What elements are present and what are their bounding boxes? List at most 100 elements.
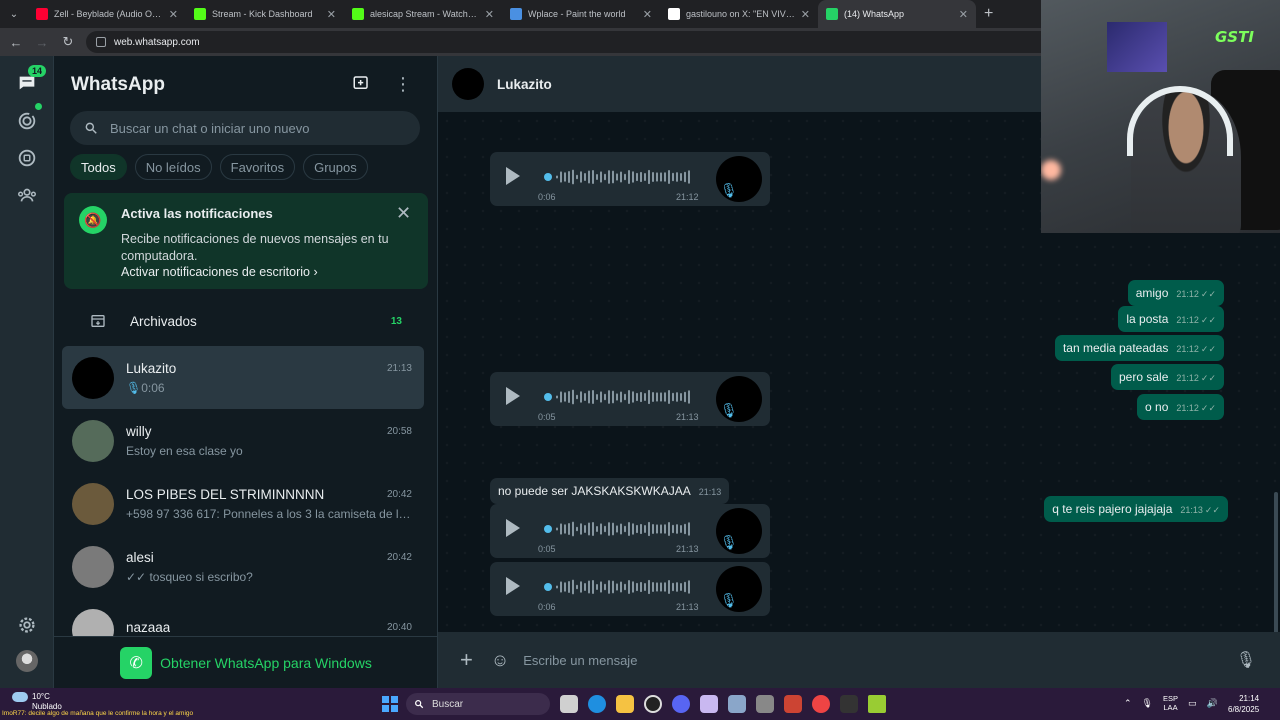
new-tab-button[interactable]: + xyxy=(976,5,1001,23)
waveform-handle[interactable] xyxy=(544,525,552,533)
waveform-bar xyxy=(604,173,606,181)
close-icon[interactable]: ✕ xyxy=(396,203,411,224)
waveform[interactable] xyxy=(544,519,694,539)
settings-gear-icon[interactable] xyxy=(14,612,40,638)
tab-close-icon[interactable]: ✕ xyxy=(801,8,810,21)
attach-plus-icon[interactable]: + xyxy=(460,647,473,673)
outgoing-message[interactable]: tan media pateadas 21:12 ✓✓ xyxy=(1054,335,1224,361)
waveform-bar xyxy=(636,172,638,182)
language-indicator[interactable]: ESP LAA xyxy=(1163,694,1178,712)
waveform-bar xyxy=(612,170,614,184)
browser-tab[interactable]: Zell - Beyblade (Audio Oficial) ✕ xyxy=(28,0,186,28)
chat-row[interactable]: nazaaa 20:40 xyxy=(62,598,424,636)
search-icon xyxy=(85,122,97,134)
address-bar[interactable]: web.whatsapp.com xyxy=(86,31,1076,53)
menu-kebab-icon[interactable]: ⋮ xyxy=(394,74,412,94)
waveform-bar xyxy=(596,584,598,590)
waveform[interactable] xyxy=(544,577,694,597)
tab-close-icon[interactable]: ✕ xyxy=(643,8,652,21)
incoming-message[interactable]: no puede ser JAKSKAKSKWKAJAA 21:13 xyxy=(490,478,730,504)
filter-all[interactable]: Todos xyxy=(70,154,127,180)
chat-row[interactable]: alesi 20:42 ✓✓ tosqueo si escribo? xyxy=(62,535,424,598)
waveform-handle[interactable] xyxy=(544,583,552,591)
play-icon[interactable] xyxy=(506,167,520,185)
search-input[interactable] xyxy=(110,120,390,136)
chat-search[interactable] xyxy=(70,111,420,145)
outgoing-message[interactable]: q te reis pajero jajajaja 21:13 ✓✓ xyxy=(1044,496,1228,522)
waveform[interactable] xyxy=(544,387,694,407)
outgoing-message[interactable]: pero sale 21:12 ✓✓ xyxy=(1111,364,1224,390)
outgoing-message[interactable]: o no 21:12 ✓✓ xyxy=(1137,394,1224,420)
tab-close-icon[interactable]: ✕ xyxy=(169,8,178,21)
discord-icon[interactable] xyxy=(672,695,690,713)
browser-tab[interactable]: gastilouno on X: "EN VIVOOO !!! ✕ xyxy=(660,0,818,28)
status-icon[interactable] xyxy=(14,108,40,134)
waveform-bar xyxy=(648,579,650,595)
outgoing-message[interactable]: amigo 21:12 ✓✓ xyxy=(1127,280,1224,306)
filter-favorites[interactable]: Favoritos xyxy=(219,154,296,180)
browser-tab[interactable]: (14) WhatsApp ✕ xyxy=(818,0,976,28)
outgoing-message[interactable]: la posta 21:12 ✓✓ xyxy=(1118,306,1224,332)
minecraft-icon[interactable] xyxy=(868,695,886,713)
emoji-icon[interactable]: ☺ xyxy=(491,650,509,671)
chat-row[interactable]: LOS PIBES DEL STRIMINNNNN 20:42 +598 97 33… xyxy=(62,472,424,535)
reload-icon[interactable]: ↻ xyxy=(60,34,76,50)
browser-tab[interactable]: alesicap Stream - Watch Live on Kick ✕ xyxy=(344,0,502,28)
browser-tab[interactable]: Stream - Kick Dashboard ✕ xyxy=(186,0,344,28)
photos-icon[interactable] xyxy=(728,695,746,713)
voice-message[interactable]: 0:06 21:13 🎙 xyxy=(490,562,770,616)
voice-message[interactable]: 0:05 21:13 🎙 xyxy=(490,372,770,426)
chat-row[interactable]: willy 20:58 Estoy en esa clase yo xyxy=(62,409,424,472)
tab-close-icon[interactable]: ✕ xyxy=(959,8,968,21)
filter-groups[interactable]: Grupos xyxy=(303,154,368,180)
tab-search-icon[interactable]: ⌄ xyxy=(0,0,28,28)
contact-avatar[interactable] xyxy=(452,68,484,100)
site-info-icon[interactable] xyxy=(96,37,106,47)
forward-icon[interactable]: → xyxy=(34,35,50,50)
capture-app-icon[interactable] xyxy=(784,695,802,713)
notepad-icon[interactable] xyxy=(700,695,718,713)
get-windows-app-banner[interactable]: ✆ Obtener WhatsApp para Windows xyxy=(54,636,438,688)
play-icon[interactable] xyxy=(506,577,520,595)
taskbar-clock[interactable]: 21:14 6/8/2025 xyxy=(1228,693,1259,715)
communities-icon[interactable] xyxy=(14,182,40,208)
mic-icon[interactable]: 🎙 xyxy=(1236,650,1256,670)
taskbar-search[interactable]: Buscar xyxy=(406,693,550,715)
voice-message[interactable]: 0:05 21:13 🎙 xyxy=(490,504,770,558)
volume-icon[interactable]: 🔊 xyxy=(1207,698,1218,709)
new-chat-icon[interactable] xyxy=(352,74,370,97)
waveform-handle[interactable] xyxy=(544,173,552,181)
mic-tray-icon[interactable]: 🎙 xyxy=(1142,698,1153,709)
message-input[interactable] xyxy=(523,652,1214,668)
calculator-icon[interactable] xyxy=(756,695,774,713)
archived-row[interactable]: Archivados 13 xyxy=(54,300,438,342)
edge-icon[interactable] xyxy=(588,695,606,713)
streamdeck-icon[interactable] xyxy=(840,695,858,713)
filter-unread[interactable]: No leídos xyxy=(134,154,212,180)
voice-message[interactable]: 0:06 21:12 🎙 xyxy=(490,152,770,206)
waveform-handle[interactable] xyxy=(544,393,552,401)
voice-duration: 0:06 xyxy=(538,602,556,612)
back-icon[interactable]: ← xyxy=(8,35,24,50)
channels-icon[interactable] xyxy=(14,145,40,171)
file-explorer-icon[interactable] xyxy=(616,695,634,713)
tab-close-icon[interactable]: ✕ xyxy=(485,8,494,21)
browser-tab[interactable]: Wplace - Paint the world ✕ xyxy=(502,0,660,28)
waveform[interactable] xyxy=(544,167,694,187)
chevron-up-icon[interactable]: ⌃ xyxy=(1124,698,1132,709)
task-view-icon[interactable] xyxy=(560,695,578,713)
taskbar-search-label: Buscar xyxy=(432,698,464,710)
chat-row[interactable]: Lukazito 21:13 🎙0:06 xyxy=(62,346,424,409)
messages-scrollbar[interactable] xyxy=(1274,492,1278,632)
obs-icon[interactable] xyxy=(644,695,662,713)
play-icon[interactable] xyxy=(506,519,520,537)
tab-close-icon[interactable]: ✕ xyxy=(327,8,336,21)
enable-notifications-link[interactable]: Activar notificaciones de escritorio › xyxy=(121,265,318,279)
profile-avatar[interactable] xyxy=(16,650,38,672)
chrome-icon[interactable] xyxy=(812,695,830,713)
start-windows-icon[interactable] xyxy=(382,696,398,712)
play-icon[interactable] xyxy=(506,387,520,405)
network-icon[interactable]: ▭ xyxy=(1188,698,1197,709)
waveform-bar xyxy=(596,526,598,532)
waveform-bar xyxy=(608,170,610,184)
